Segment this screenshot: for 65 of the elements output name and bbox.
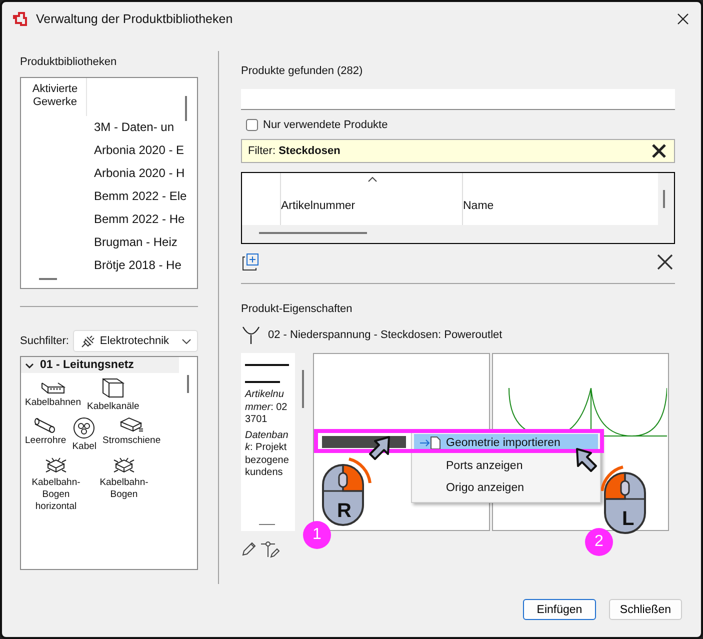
scrollbar-thumb[interactable]: [663, 190, 665, 208]
step-number-badge: 2: [585, 528, 613, 556]
scrollbar-thumb[interactable]: [259, 232, 367, 234]
import-icon: [419, 436, 441, 450]
library-item[interactable]: Bemm 2022 - He: [21, 208, 197, 231]
category-item[interactable]: Kabelbahn-Bogen horizontal: [25, 457, 87, 513]
checkbox[interactable]: [246, 119, 258, 131]
library-item[interactable]: Arbonia 2020 - H: [21, 162, 197, 185]
port-edit-icon[interactable]: [261, 541, 281, 559]
category-item[interactable]: Kabelbahnen: [25, 377, 81, 413]
add-copy-icon[interactable]: [241, 253, 259, 271]
filter-dropdown[interactable]: Elektrotechnik: [72, 330, 198, 352]
app-logo-icon: [13, 12, 27, 26]
filter-label: Suchfilter:: [20, 335, 69, 347]
chevron-down-icon: [182, 338, 191, 344]
cable-duct-icon: [101, 377, 126, 399]
filter-text: Filter: Steckdosen: [248, 145, 340, 157]
library-item[interactable]: Arbonia 2020 - E: [21, 139, 197, 162]
library-item[interactable]: Bemm 2022 - Ele: [21, 185, 197, 208]
category-item[interactable]: Leerrohre: [25, 417, 66, 453]
mouse-icon: [319, 457, 373, 529]
column-header[interactable]: Aktivierte Gewerke: [24, 78, 87, 116]
product-name: 02 - Niederspannung - Steckdosen: Poweroutlet: [268, 329, 502, 341]
section-label: Produkt-Eigenschaften: [241, 303, 354, 315]
property-text: Datenbank: Projektbezogene kundens: [245, 430, 290, 480]
search-field[interactable]: [241, 89, 675, 110]
busbar-icon: [118, 417, 145, 433]
close-icon[interactable]: [652, 144, 666, 158]
close-icon[interactable]: [657, 254, 673, 270]
results-label: Produkte gefunden (282): [241, 65, 364, 77]
column-header[interactable]: Name: [463, 173, 658, 225]
library-item[interactable]: Brugman - Heiz: [21, 231, 197, 254]
dialog-button[interactable]: Schließen: [609, 599, 682, 620]
antenna-symbol-icon: [241, 325, 261, 345]
scrollbar-thumb[interactable]: [259, 524, 275, 525]
scrollbar-thumb[interactable]: [39, 278, 57, 280]
scrollbar-thumb[interactable]: [302, 370, 304, 408]
close-icon[interactable]: [677, 13, 689, 25]
mouse-button-letter: L: [622, 508, 634, 531]
category-item[interactable]: Stromschiene: [102, 417, 161, 453]
cable-bend-icon: [44, 457, 68, 475]
scrollbar-thumb[interactable]: [187, 375, 189, 393]
section-label: Produktbibliotheken: [20, 56, 118, 68]
mouse-button-letter: R: [337, 500, 352, 523]
category-group-header[interactable]: 01 - Leitungsnetz: [21, 357, 179, 373]
dialog-button[interactable]: Einfügen: [523, 599, 596, 620]
step-number-badge: 1: [303, 521, 331, 549]
menu-item[interactable]: Origo anzeigen: [414, 477, 530, 499]
plug-icon: [80, 334, 96, 348]
menu-item[interactable]: Ports anzeigen: [414, 455, 529, 477]
library-item[interactable]: 3M - Daten- un: [21, 116, 197, 139]
chevron-down-icon: [25, 360, 34, 370]
scrollbar-thumb[interactable]: [185, 96, 187, 121]
sort-ascending-icon: [368, 177, 376, 182]
category-item[interactable]: Kabelkanäle: [87, 377, 140, 413]
cable-bend-icon: [112, 457, 136, 475]
library-item[interactable]: Brötje 2018 - He: [21, 254, 197, 277]
category-item[interactable]: Kabelbahn-Bogen: [93, 457, 155, 513]
cable-icon: [73, 417, 96, 439]
property-text: Artikelnummer: 023701: [245, 389, 288, 426]
window-title: Verwaltung der Produktbibliotheken: [36, 12, 233, 26]
checkbox-label: Nur verwendete Produkte: [263, 119, 388, 131]
category-item[interactable]: Kabel: [72, 417, 97, 453]
pencil-icon[interactable]: [241, 541, 257, 557]
column-header[interactable]: Artikelnummer: [281, 173, 463, 225]
